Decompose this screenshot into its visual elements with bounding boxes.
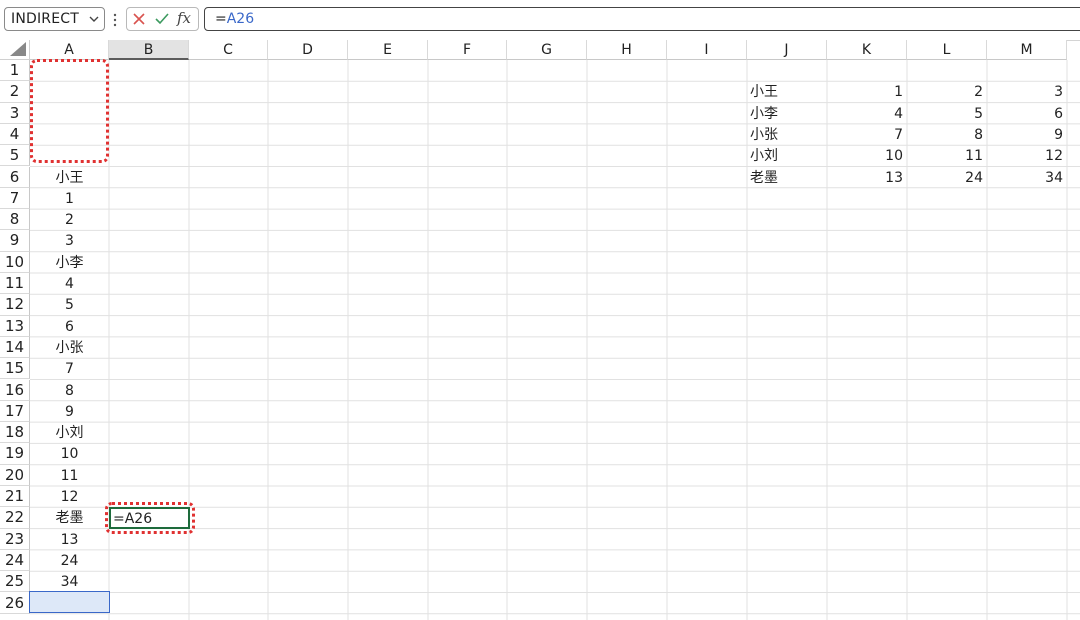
highlight-active-cell [105,502,195,534]
cell-a18[interactable]: 小刘 [30,422,109,443]
cell-k3[interactable]: 4 [827,103,903,124]
row-header-5[interactable]: 5 [0,145,30,167]
cell-a25[interactable]: 34 [30,571,109,592]
row-header-14[interactable]: 14 [0,336,30,359]
cell-a20[interactable]: 11 [30,465,109,486]
referenced-cell-a26[interactable] [29,591,110,613]
column-header-g[interactable]: G [507,40,587,60]
column-header-e[interactable]: E [348,40,428,60]
row-header-9[interactable]: 9 [0,230,30,252]
highlight-empty-rows [30,59,109,163]
row-header-2[interactable]: 2 [0,81,30,103]
column-header-c[interactable]: C [189,40,268,60]
cell-l2[interactable]: 2 [907,81,983,102]
cell-a19[interactable]: 10 [30,443,109,464]
cell-a10[interactable]: 小李 [30,252,109,273]
row-header-15[interactable]: 15 [0,358,30,380]
cell-a12[interactable]: 5 [30,294,109,315]
row-header-21[interactable]: 21 [0,486,30,508]
cell-a7[interactable]: 1 [30,188,109,209]
column-header-l[interactable]: L [907,40,987,60]
column-header-k[interactable]: K [827,40,907,60]
column-header-h[interactable]: H [587,40,667,60]
column-header-j[interactable]: J [747,40,827,60]
row-header-10[interactable]: 10 [0,251,30,273]
cell-a17[interactable]: 9 [30,401,109,422]
cell-m6[interactable]: 34 [987,167,1063,188]
cell-j6[interactable]: 老墨 [747,167,830,188]
cell-a16[interactable]: 8 [30,380,109,401]
cell-l4[interactable]: 8 [907,124,983,145]
cell-a8[interactable]: 2 [30,209,109,230]
row-header-17[interactable]: 17 [0,400,30,423]
cell-l6[interactable]: 24 [907,167,983,188]
cell-a11[interactable]: 4 [30,273,109,294]
row-header-16[interactable]: 16 [0,379,30,401]
cell-m3[interactable]: 6 [987,103,1063,124]
column-header-m[interactable]: M [987,40,1067,60]
row-header-20[interactable]: 20 [0,464,30,486]
row-header-6[interactable]: 6 [0,166,30,188]
cell-a9[interactable]: 3 [30,230,109,251]
row-header-25[interactable]: 25 [0,571,30,593]
cell-m4[interactable]: 9 [987,124,1063,145]
cell-m2[interactable]: 3 [987,81,1063,102]
row-header-3[interactable]: 3 [0,102,30,124]
row-header-4[interactable]: 4 [0,123,30,146]
row-header-7[interactable]: 7 [0,187,30,210]
cell-a22[interactable]: 老墨 [30,507,109,528]
cell-j3[interactable]: 小李 [747,103,830,124]
row-header-24[interactable]: 24 [0,549,30,572]
cell-a14[interactable]: 小张 [30,337,109,358]
row-header-19[interactable]: 19 [0,443,30,465]
row-header-26[interactable]: 26 [0,592,30,614]
column-header-b[interactable]: B [109,40,189,60]
column-header-i[interactable]: I [667,40,747,60]
cell-l5[interactable]: 11 [907,145,983,166]
row-header-22[interactable]: 22 [0,507,30,529]
column-header-d[interactable]: D [268,40,348,60]
cell-k2[interactable]: 1 [827,81,903,102]
row-header-1[interactable]: 1 [0,60,30,82]
cell-a23[interactable]: 13 [30,529,109,550]
cell-j4[interactable]: 小张 [747,124,830,145]
cell-k5[interactable]: 10 [827,145,903,166]
row-header-18[interactable]: 18 [0,422,30,444]
cell-m5[interactable]: 12 [987,145,1063,166]
cell-a21[interactable]: 12 [30,486,109,507]
column-header-f[interactable]: F [428,40,507,60]
cell-k6[interactable]: 13 [827,167,903,188]
cell-k4[interactable]: 7 [827,124,903,145]
column-header-a[interactable]: A [30,40,109,60]
row-header-8[interactable]: 8 [0,209,30,231]
cell-a24[interactable]: 24 [30,550,109,571]
row-header-11[interactable]: 11 [0,273,30,295]
row-header-12[interactable]: 12 [0,294,30,316]
cell-a13[interactable]: 6 [30,316,109,337]
cell-a15[interactable]: 7 [30,358,109,379]
cell-l3[interactable]: 5 [907,103,983,124]
cell-j2[interactable]: 小王 [747,81,830,102]
row-header-13[interactable]: 13 [0,315,30,337]
row-header-23[interactable]: 23 [0,528,30,550]
cell-j5[interactable]: 小刘 [747,145,830,166]
cell-a6[interactable]: 小王 [30,167,109,188]
